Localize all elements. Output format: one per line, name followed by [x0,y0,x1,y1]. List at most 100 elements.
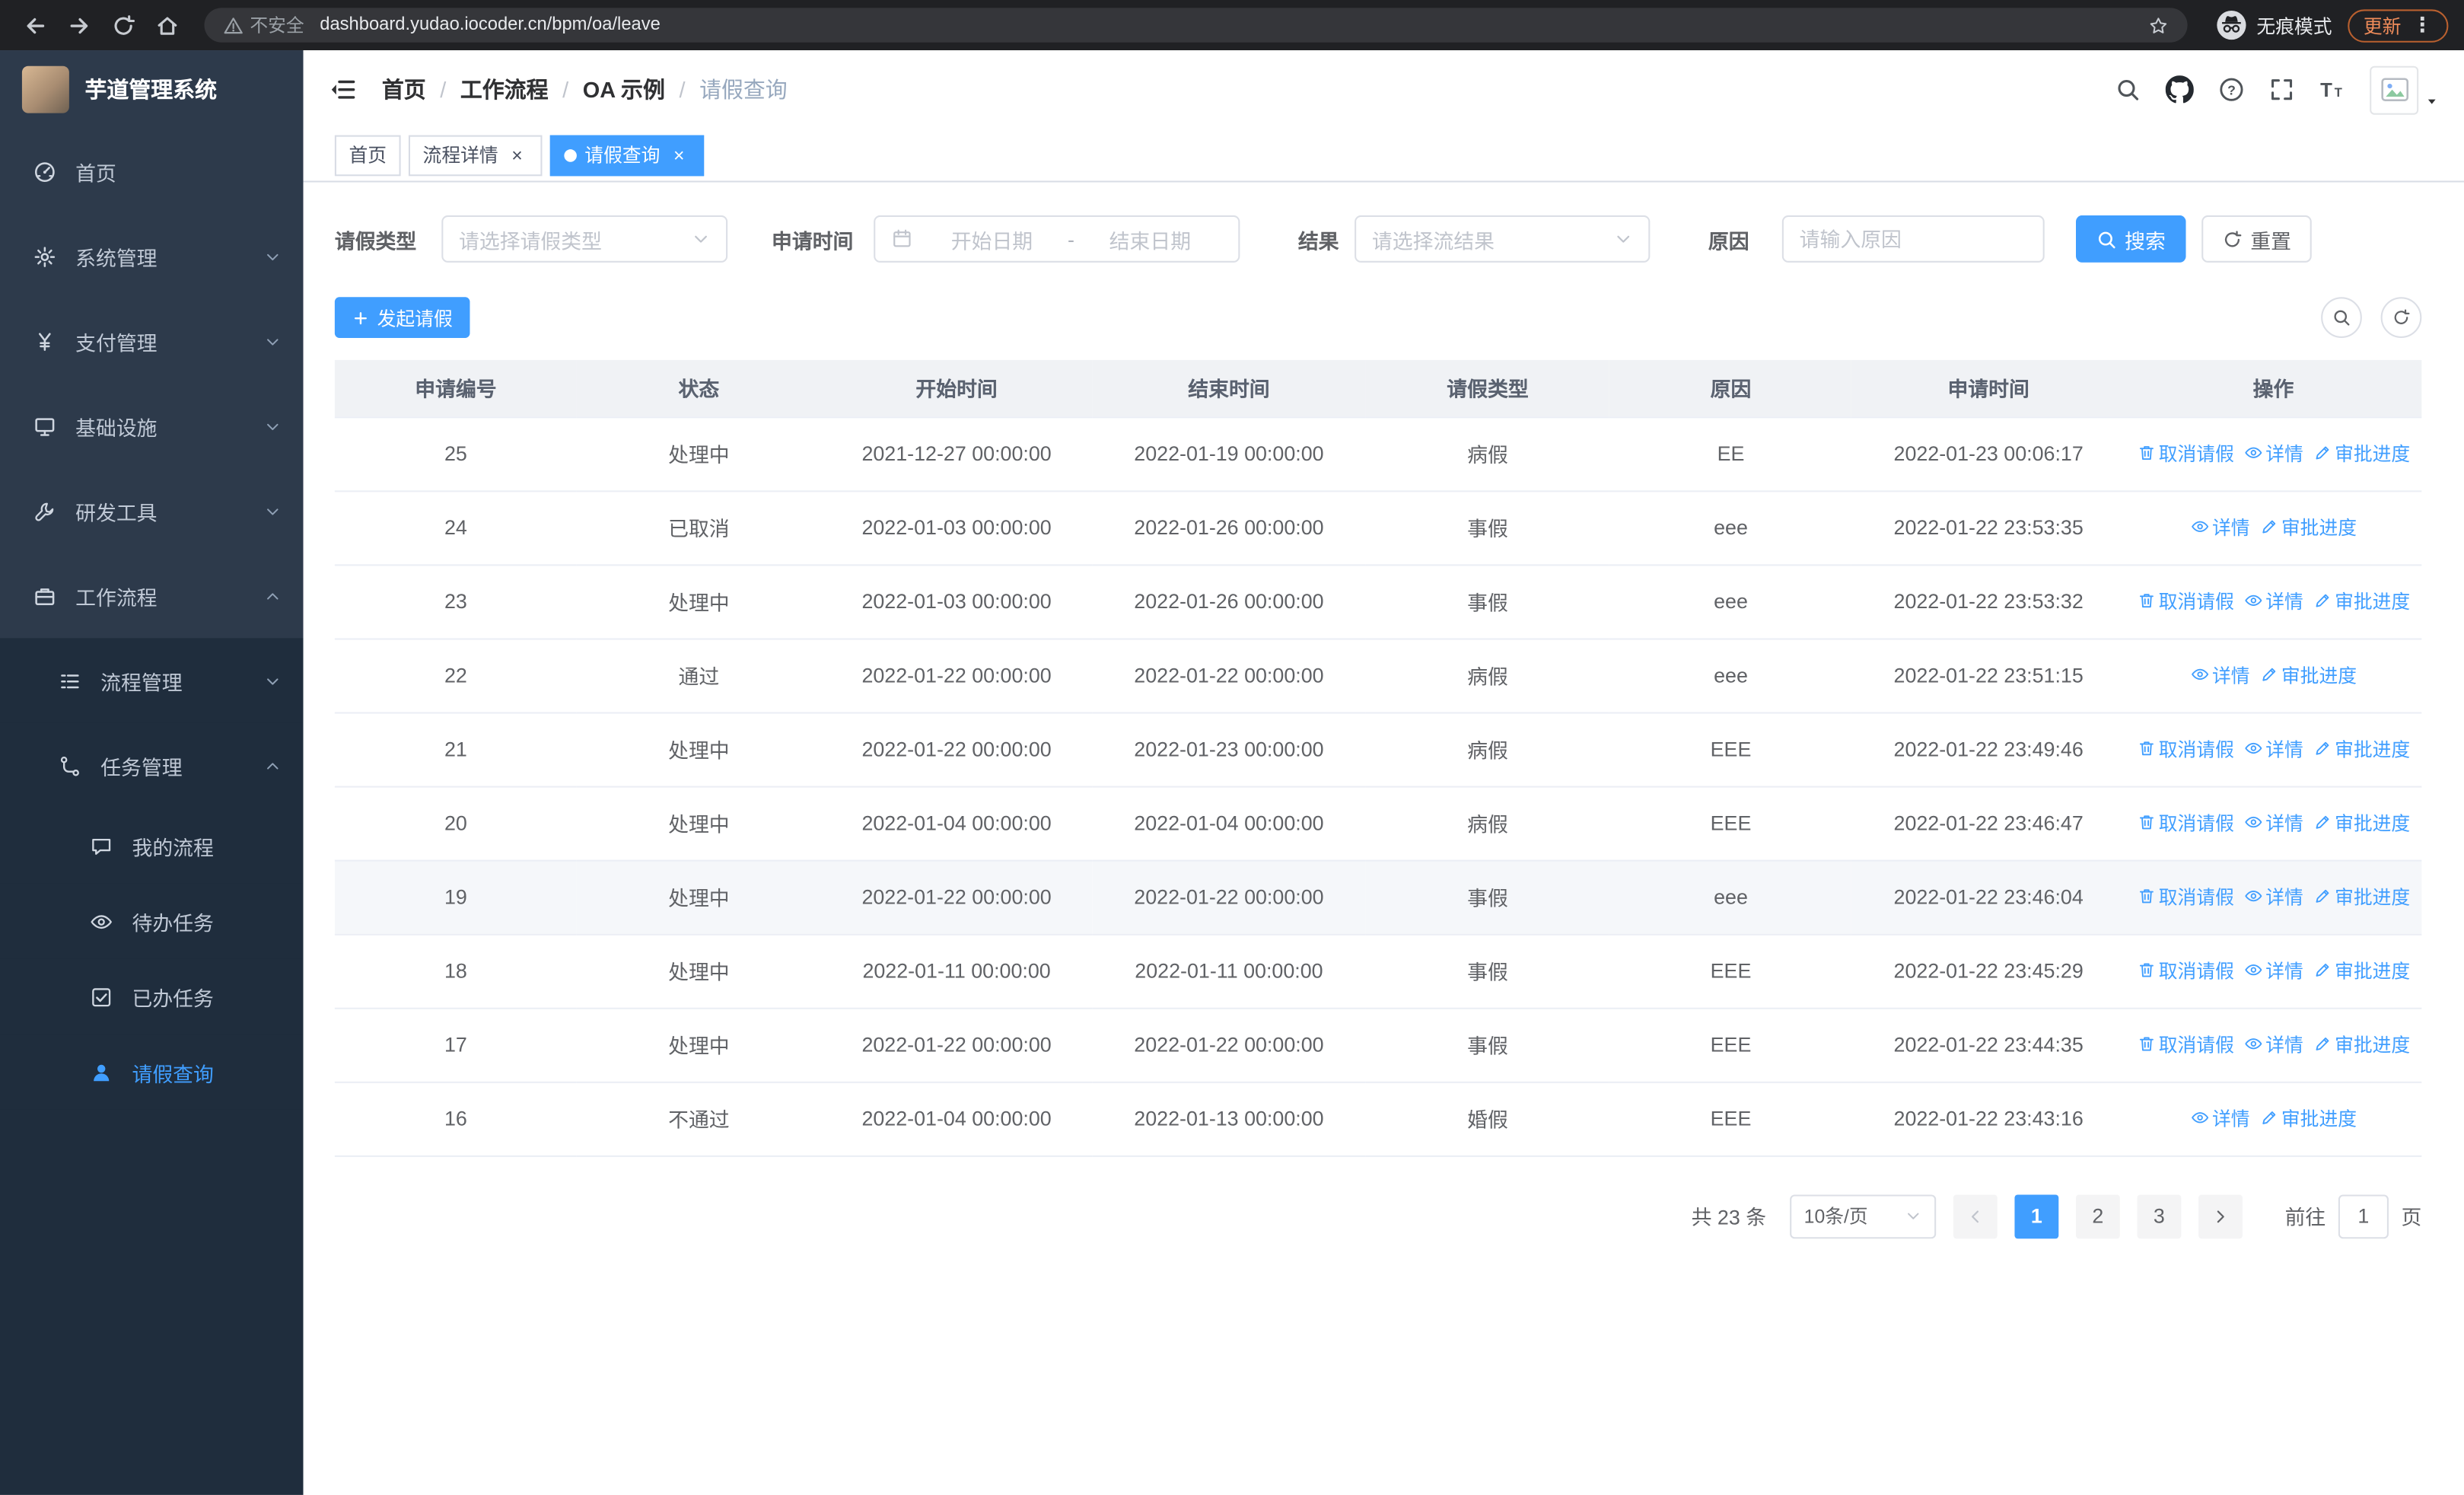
sidebar-item-payment[interactable]: 支付管理 [0,298,304,384]
action-approval-progress[interactable]: 审批进度 [2313,588,2410,614]
search-icon[interactable] [2115,77,2141,102]
table-row: 16 不通过 2022-01-04 00:00:00 2022-01-13 00:00… [334,1081,2422,1156]
action-detail[interactable]: 详情 [2243,809,2303,836]
sidebar-item-devtools[interactable]: 研发工具 [0,468,304,553]
cell-leave-type: 病假 [1365,638,1610,713]
page-size-select[interactable]: 10条/页 [1790,1194,1937,1238]
action-detail[interactable]: 详情 [2243,588,2303,614]
breadcrumb-item[interactable]: OA 示例 [583,74,665,105]
action-approval-progress[interactable]: 审批进度 [2259,661,2357,688]
action-approval-progress[interactable]: 审批进度 [2259,514,2357,540]
leave-type-select[interactable]: 请选择请假类型 [441,215,728,263]
chevron-up-icon [264,587,282,604]
action-detail[interactable]: 详情 [2243,735,2303,762]
sidebar-item-todo-task[interactable]: 待办任务 [0,883,304,959]
action-detail[interactable]: 详情 [2243,883,2303,910]
tab-home[interactable]: 首页 [334,134,401,176]
action-cancel-leave[interactable]: 取消请假 [2137,809,2234,836]
close-icon[interactable]: × [668,144,690,166]
action-cancel-leave[interactable]: 取消请假 [2137,588,2234,614]
action-cancel-leave[interactable]: 取消请假 [2137,735,2234,762]
font-size-icon[interactable]: TT [2319,77,2345,102]
sidebar-item-leave-query[interactable]: 请假查询 [0,1034,304,1110]
sidebar-item-infra[interactable]: 基础设施 [0,384,304,469]
navbar-right: ? T T [2115,65,2439,114]
reset-button[interactable]: 重置 [2201,215,2312,263]
browser-home-icon[interactable] [148,6,186,44]
reason-input[interactable] [1781,215,2045,263]
action-label: 取消请假 [2158,442,2234,465]
tab-process-detail[interactable]: 流程详情 × [408,134,543,176]
action-detail[interactable]: 详情 [2190,1105,2250,1131]
yen-icon [31,330,58,353]
close-icon[interactable]: × [506,144,528,166]
browser-back-icon[interactable] [16,6,54,44]
caret-down-icon[interactable] [2424,94,2439,108]
sidebar-item-home[interactable]: 首页 [0,129,304,214]
eye-icon [2243,887,2262,906]
action-detail[interactable]: 详情 [2243,1031,2303,1057]
chevron-down-icon [264,502,282,520]
tab-active-dot [564,148,577,161]
prev-page-button[interactable] [1953,1194,1998,1238]
browser-reload-icon[interactable] [103,6,142,44]
search-toggle-button[interactable] [2321,297,2362,338]
action-detail[interactable]: 详情 [2190,661,2250,688]
sidebar-item-done-task[interactable]: 已办任务 [0,958,304,1034]
action-label: 审批进度 [2335,738,2411,760]
goto-page-input[interactable] [2338,1194,2389,1238]
sidebar-item-system[interactable]: 系统管理 [0,214,304,299]
action-cancel-leave[interactable]: 取消请假 [2137,957,2234,983]
action-approval-progress[interactable]: 审批进度 [2259,1105,2357,1131]
page-number-2[interactable]: 2 [2075,1194,2120,1238]
hamburger-icon[interactable] [329,75,357,104]
search-button[interactable]: 搜索 [2076,215,2186,263]
next-page-button[interactable] [2198,1194,2243,1238]
cell-leave-type: 病假 [1365,786,1610,861]
action-approval-progress[interactable]: 审批进度 [2313,883,2410,910]
eye-icon [88,910,115,933]
browser-forward-icon[interactable] [59,6,97,44]
action-approval-progress[interactable]: 审批进度 [2313,440,2410,467]
breadcrumb-item: 请假查询 [699,77,788,103]
breadcrumb-item[interactable]: 工作流程 [460,74,549,105]
action-cancel-leave[interactable]: 取消请假 [2137,440,2234,467]
bookmark-star-icon[interactable] [2148,15,2169,36]
action-approval-progress[interactable]: 审批进度 [2313,809,2410,836]
help-icon[interactable]: ? [2219,77,2244,102]
action-approval-progress[interactable]: 审批进度 [2313,957,2410,983]
end-date-placeholder: 结束日期 [1109,228,1192,253]
action-approval-progress[interactable]: 审批进度 [2313,1031,2410,1057]
apply-time-range-picker[interactable]: 开始日期 - 结束日期 [874,215,1240,263]
trash-icon [2137,961,2156,980]
sidebar-item-task-mgmt[interactable]: 任务管理 [0,722,304,808]
github-icon[interactable] [2165,75,2194,104]
breadcrumb-item[interactable]: 首页 [382,74,426,105]
cell-apply-id: 23 [334,564,577,639]
sidebar-item-process-mgmt[interactable]: 流程管理 [0,638,304,723]
action-detail[interactable]: 详情 [2190,514,2250,540]
create-leave-button[interactable]: 发起请假 [334,297,470,338]
action-label: 详情 [2211,516,2250,539]
avatar[interactable] [2370,65,2419,114]
browser-menu-icon[interactable]: ⋮ [2412,13,2433,38]
result-select[interactable]: 请选择流结果 [1355,215,1651,263]
fullscreen-icon[interactable] [2269,77,2294,102]
action-approval-progress[interactable]: 审批进度 [2313,735,2410,762]
eye-icon [2243,444,2262,463]
security-indicator[interactable]: 不安全 [223,13,304,38]
tab-leave-query[interactable]: 请假查询 × [549,134,705,176]
action-detail[interactable]: 详情 [2243,440,2303,467]
action-cancel-leave[interactable]: 取消请假 [2137,883,2234,910]
address-bar[interactable]: 不安全 dashboard.yudao.iocoder.cn/bpm/oa/le… [204,8,2188,43]
page-number-1[interactable]: 1 [2014,1194,2059,1238]
page-number-3[interactable]: 3 [2137,1194,2182,1238]
sidebar-item-workflow[interactable]: 工作流程 [0,553,304,639]
action-detail[interactable]: 详情 [2243,957,2303,983]
col-start-time: 开始时间 [820,359,1093,418]
update-button[interactable]: 更新 ⋮ [2348,8,2449,42]
refresh-icon [2222,228,2243,249]
refresh-table-button[interactable] [2380,297,2422,338]
sidebar-item-my-process[interactable]: 我的流程 [0,808,304,884]
action-cancel-leave[interactable]: 取消请假 [2137,1031,2234,1057]
